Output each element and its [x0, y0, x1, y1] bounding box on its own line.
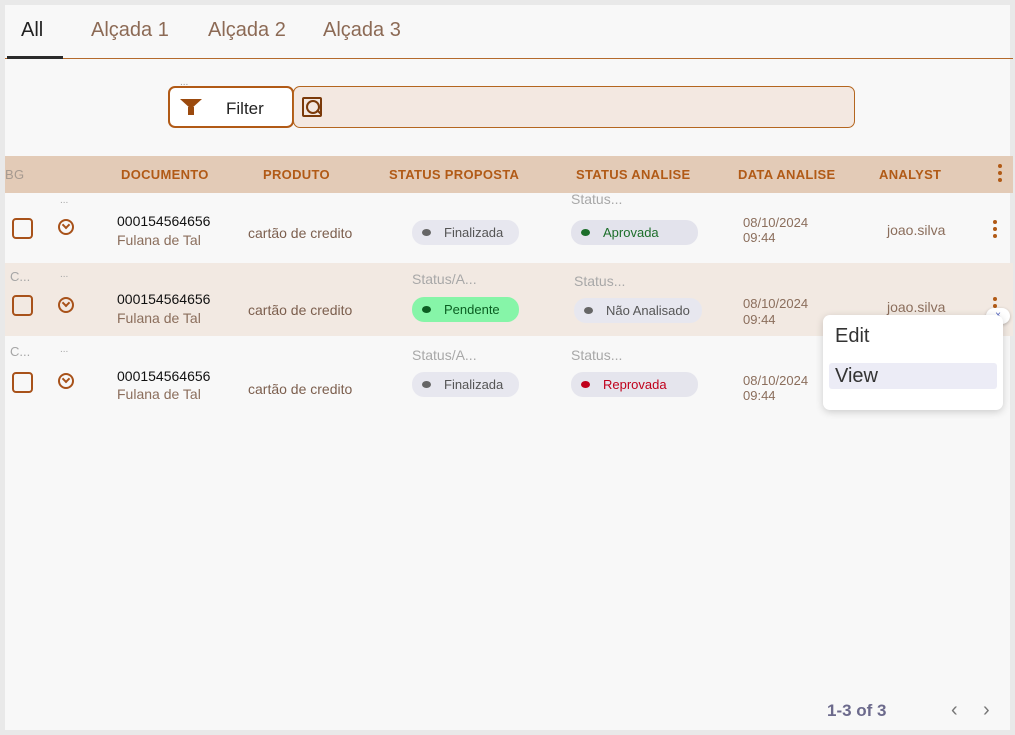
tab-alcada-1[interactable]: Alçada 1 [91, 19, 169, 42]
chevron-down-icon[interactable] [58, 373, 74, 389]
status-analise-label: Status... [571, 191, 623, 207]
filter-label: Filter [226, 99, 264, 118]
row-ellipsis: ... [60, 195, 69, 206]
col-produto[interactable]: PRODUTO [263, 167, 330, 182]
active-tab-indicator [7, 56, 63, 59]
table-row: ... 000154564656 Fulana de Tal cartão de… [5, 191, 1013, 263]
col-analyst[interactable]: ANALYST [879, 167, 941, 182]
documento-name: Fulana de Tal [117, 232, 201, 248]
produto-value: cartão de credito [248, 225, 353, 241]
row-actions-icon[interactable] [993, 220, 997, 241]
chevron-down-icon[interactable] [58, 297, 74, 313]
data-analise-time: 09:44 [743, 388, 776, 403]
row-context-menu: Edit View [823, 315, 1003, 410]
col-documento[interactable]: DOCUMENTO [121, 167, 209, 182]
funnel-icon-stem [188, 107, 194, 115]
data-analise-time: 09:44 [743, 230, 776, 245]
search-icon[interactable] [302, 97, 322, 117]
col-status-proposta[interactable]: STATUS PROPOSTA [389, 167, 519, 182]
search-box[interactable] [293, 86, 855, 128]
app-frame: All Alçada 1 Alçada 2 Alçada 3 ... Filte… [5, 5, 1013, 730]
row-ellipsis: ... [60, 269, 69, 280]
col-status-analise[interactable]: STATUS ANALISE [576, 167, 690, 182]
col-data-analise[interactable]: DATA ANALISE [738, 167, 835, 182]
data-analise-date: 08/10/2024 [743, 373, 809, 388]
produto-value: cartão de credito [248, 302, 353, 318]
produto-value: cartão de credito [248, 381, 353, 397]
tab-alcada-3[interactable]: Alçada 3 [323, 19, 401, 42]
col-bg: BG [5, 167, 25, 182]
search-input[interactable] [330, 93, 830, 121]
pagination-range: 1-3 of 3 [827, 701, 887, 720]
documento-name: Fulana de Tal [117, 310, 201, 326]
status-analise-badge: Aprovada [571, 220, 698, 245]
status-analise-label: Status... [571, 347, 623, 363]
status-proposta-label: Status/A... [412, 347, 477, 363]
chevron-down-icon[interactable] [58, 219, 74, 235]
next-page-icon[interactable]: › [983, 699, 990, 722]
tab-all[interactable]: All [21, 19, 43, 42]
row-checkbox[interactable] [12, 295, 33, 316]
row-checkbox[interactable] [12, 218, 33, 239]
data-analise-date: 08/10/2024 [743, 296, 809, 311]
row-checkbox[interactable] [12, 372, 33, 393]
data-analise-time: 09:44 [743, 312, 776, 327]
status-proposta-badge: Finalizada [412, 220, 519, 245]
status-proposta-badge: Pendente [412, 297, 519, 322]
status-proposta-label: Status/A... [412, 271, 477, 287]
menu-item-view[interactable]: View [829, 363, 997, 389]
data-analise-date: 08/10/2024 [743, 215, 809, 230]
columns-menu-icon[interactable] [998, 164, 1002, 185]
status-analise-label: Status... [574, 273, 626, 289]
analyst-value: joao.silva [887, 222, 946, 238]
status-analise-badge: Reprovada [571, 372, 698, 397]
row-code: C... [10, 269, 31, 284]
documento-name: Fulana de Tal [117, 386, 201, 402]
tab-bar: All Alçada 1 Alçada 2 Alçada 3 [5, 5, 1013, 59]
documento-number: 000154564656 [117, 213, 211, 229]
menu-item-edit[interactable]: Edit [829, 323, 997, 349]
status-proposta-badge: Finalizada [412, 372, 519, 397]
row-code: C... [10, 344, 31, 359]
documento-number: 000154564656 [117, 368, 211, 384]
filter-button[interactable]: Filter [168, 86, 294, 128]
table-header: BG DOCUMENTO PRODUTO STATUS PROPOSTA STA… [5, 156, 1013, 193]
tab-alcada-2[interactable]: Alçada 2 [208, 19, 286, 42]
status-analise-badge: Não Analisado [574, 298, 702, 323]
row-ellipsis: ... [60, 344, 69, 355]
documento-number: 000154564656 [117, 291, 211, 307]
analyst-value: joao.silva [887, 299, 946, 315]
prev-page-icon[interactable]: ‹ [951, 699, 958, 722]
